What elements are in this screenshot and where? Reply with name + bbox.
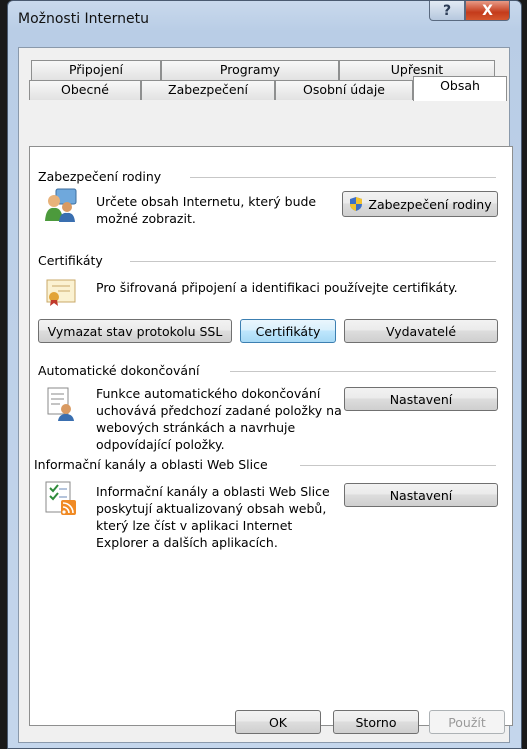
- feeds-settings-button[interactable]: Nastavení: [344, 483, 498, 507]
- certificates-label: Certifikáty: [255, 323, 321, 339]
- feeds-text-4: Explorer a dalších aplikacích.: [96, 535, 278, 550]
- autocomplete-header: Automatické dokončování: [38, 363, 200, 378]
- family-safety-button[interactable]: Zabezpečení rodiny: [342, 191, 498, 217]
- certificates-button[interactable]: Certifikáty: [240, 319, 336, 343]
- certificates-text: Pro šifrovaná připojení a identifikaci p…: [96, 280, 458, 295]
- tab-osobni-udaje[interactable]: Osobní údaje: [275, 80, 413, 100]
- shield-icon: [350, 197, 363, 211]
- close-button[interactable]: X: [465, 1, 510, 21]
- autocomplete-settings-label: Nastavení: [389, 391, 453, 407]
- window-title: Možnosti Internetu: [18, 11, 150, 27]
- autocomplete-text-2: uchovává předchozí zadané položky na: [96, 403, 342, 418]
- cancel-button[interactable]: Storno: [333, 710, 419, 734]
- publishers-button[interactable]: Vydavatelé: [344, 319, 498, 343]
- internet-options-window: Možnosti Internetu ? X Připojení Program…: [7, 0, 522, 749]
- clear-ssl-button[interactable]: Vymazat stav protokolu SSL: [38, 319, 232, 343]
- clear-ssl-label: Vymazat stav protokolu SSL: [47, 323, 223, 339]
- help-icon: ?: [442, 2, 452, 19]
- autocomplete-text-3: webových stránkách a navrhuje: [96, 420, 296, 435]
- publishers-label: Vydavatelé: [385, 323, 457, 339]
- tab-programy[interactable]: Programy: [161, 60, 339, 80]
- tab-obsah[interactable]: Obsah: [413, 76, 507, 101]
- autocomplete-icon: [47, 387, 74, 421]
- tab-zabezpeceni[interactable]: Zabezpečení: [141, 80, 275, 100]
- certificates-header: Certifikáty: [38, 253, 103, 268]
- feeds-text-3: který lze číst v aplikaci Internet: [96, 518, 293, 533]
- certificate-icon: [46, 279, 76, 306]
- feeds-text-1: Informační kanály a oblasti Web Slice: [96, 484, 330, 499]
- autocomplete-text-4: odpovídající položky.: [96, 437, 225, 452]
- help-button[interactable]: ?: [429, 1, 465, 21]
- feeds-header: Informační kanály a oblasti Web Slice: [34, 457, 268, 472]
- apply-button[interactable]: Použít: [429, 710, 505, 734]
- autocomplete-divider: [230, 371, 496, 372]
- apply-label: Použít: [448, 714, 486, 730]
- family-safety-divider: [190, 177, 496, 178]
- feeds-text-2: poskytují aktualizovaný obsah webů,: [96, 501, 327, 516]
- family-safety-header: Zabezpečení rodiny: [38, 169, 162, 184]
- tab-pripojeni[interactable]: Připojení: [31, 60, 161, 80]
- cancel-label: Storno: [355, 714, 397, 730]
- feeds-divider: [300, 465, 496, 466]
- autocomplete-settings-button[interactable]: Nastavení: [344, 387, 498, 411]
- family-safety-text-1: Určete obsah Internetu, který bude: [96, 194, 317, 209]
- autocomplete-text-1: Funkce automatického dokončování: [96, 386, 321, 401]
- ok-button[interactable]: OK: [235, 710, 321, 734]
- dialog-client-area: Připojení Programy Upřesnit Obecné Zabez…: [18, 47, 513, 743]
- family-safety-button-label: Zabezpečení rodiny: [368, 196, 492, 212]
- family-safety-text-2: možné zobrazit.: [96, 211, 196, 226]
- certificates-divider: [130, 261, 496, 262]
- feeds-icon: [45, 481, 76, 515]
- ok-label: OK: [268, 714, 288, 730]
- tab-obecne[interactable]: Obecné: [29, 80, 141, 100]
- content-tab-panel: Zabezpečení rodiny Určete obsah Internet…: [29, 146, 513, 726]
- close-icon: X: [482, 2, 493, 19]
- feeds-settings-label: Nastavení: [389, 487, 453, 503]
- family-safety-icon: [45, 188, 77, 222]
